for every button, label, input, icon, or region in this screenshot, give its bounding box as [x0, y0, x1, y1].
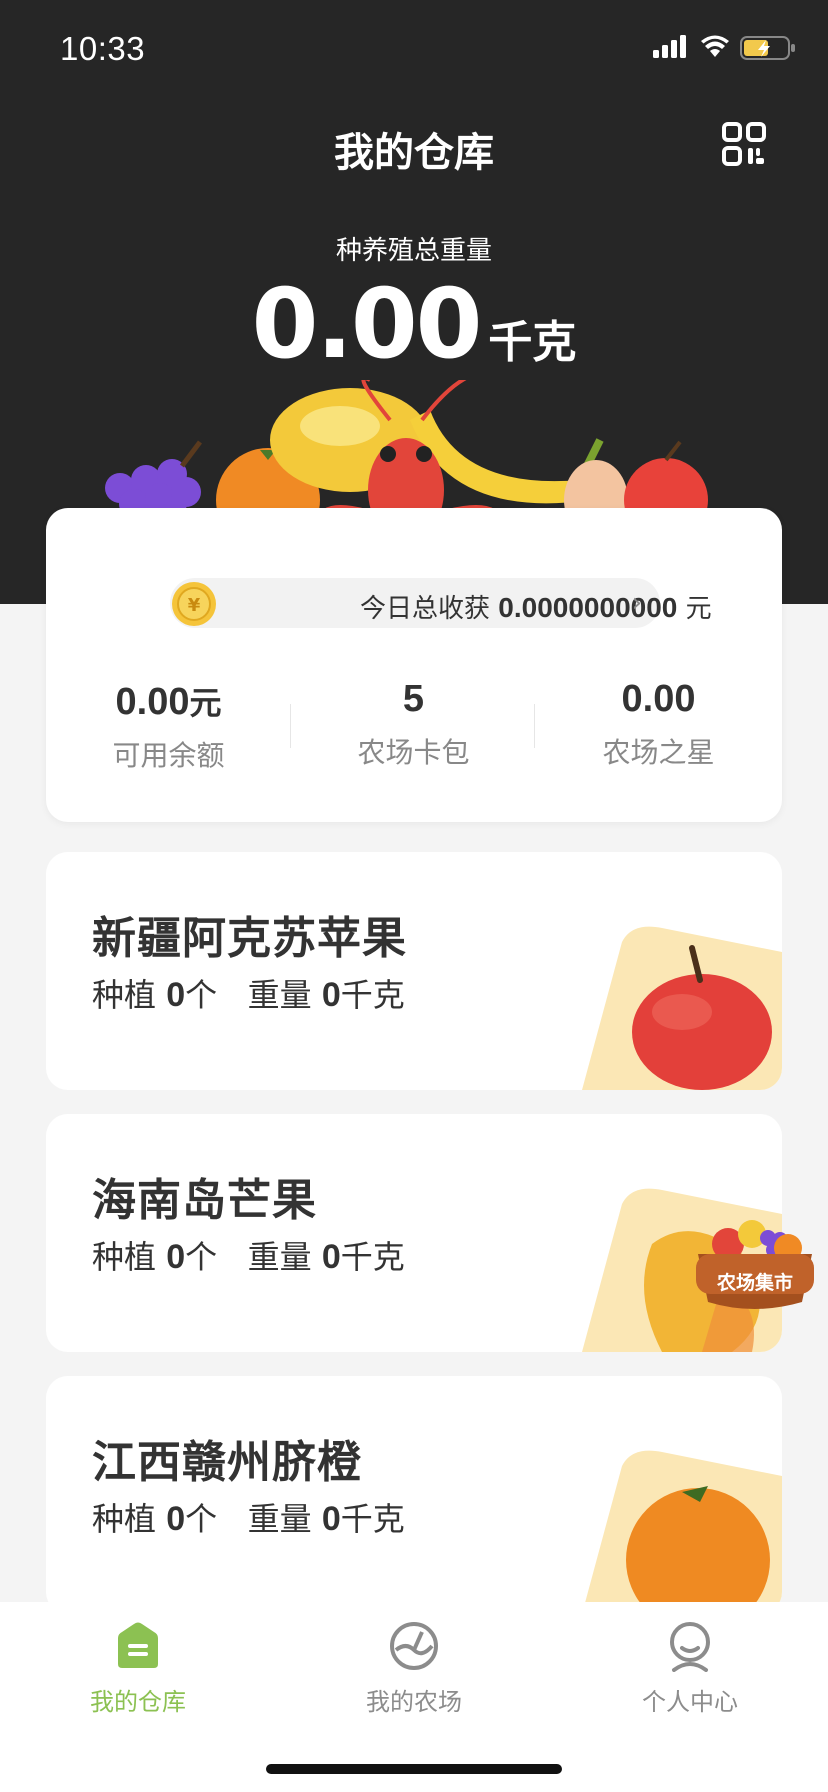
tab-farm[interactable]: 我的农场: [276, 1620, 552, 1717]
warehouse-icon: [118, 1622, 158, 1668]
status-time: 10:33: [60, 30, 146, 67]
stat-farm-star[interactable]: 0.00 农场之星: [536, 678, 781, 771]
signal-icon: [653, 35, 686, 58]
product-card-orange[interactable]: 江西赣州脐橙 种植 0个 重量 0千克: [46, 1376, 782, 1614]
svg-text:¥: ¥: [188, 595, 201, 616]
status-bar: 10:33: [0, 0, 828, 100]
orange-icon: [582, 1450, 782, 1614]
tab-label: 个人中心: [642, 1688, 738, 1716]
summary-card: 今日总收获 0.0000000000 元 › 0.00元 可用余额 5 农场卡包…: [46, 508, 782, 822]
tab-profile[interactable]: 个人中心: [552, 1620, 828, 1717]
tab-warehouse[interactable]: 我的仓库: [0, 1620, 276, 1717]
total-weight-label: 种养殖总重量: [335, 236, 492, 266]
total-weight: 0.00 千克: [0, 268, 828, 380]
today-harvest-button[interactable]: 今日总收获 0.0000000000 元 ›: [170, 578, 712, 628]
basket-icon: [696, 1220, 814, 1309]
chevron-right-icon: ›: [631, 588, 642, 618]
product-info: 种植 0个 重量 0千克: [92, 1500, 405, 1538]
apple-icon: [582, 926, 782, 1090]
tab-label: 我的仓库: [90, 1688, 186, 1716]
user-icon: [670, 1622, 710, 1672]
product-info: 种植 0个 重量 0千克: [92, 1238, 405, 1276]
page-title: 我的仓库: [334, 130, 494, 176]
total-weight-value: 0.00: [251, 268, 483, 380]
stat-label: 农场卡包: [357, 736, 470, 769]
stat-label: 农场之星: [602, 736, 715, 769]
stat-value: 5: [402, 678, 425, 720]
product-name: 新疆阿克苏苹果: [92, 913, 407, 964]
coin-icon: ¥: [172, 582, 216, 626]
farm-market-label: 农场集市: [716, 1272, 793, 1294]
stat-balance[interactable]: 0.00元 可用余额: [46, 678, 291, 774]
stat-label: 可用余额: [112, 739, 225, 772]
home-indicator: [266, 1764, 562, 1774]
qr-code-icon[interactable]: [722, 122, 766, 166]
tab-label: 我的农场: [366, 1688, 462, 1716]
product-info: 种植 0个 重量 0千克: [92, 976, 405, 1014]
product-card-mango[interactable]: 海南岛芒果 种植 0个 重量 0千克: [46, 1114, 782, 1352]
stat-value: 0.00元: [115, 681, 222, 723]
divider: [534, 704, 535, 748]
product-card-apple[interactable]: 新疆阿克苏苹果 种植 0个 重量 0千克: [46, 852, 782, 1090]
farm-market-button[interactable]: 农场集市: [694, 1204, 816, 1314]
wifi-icon: [701, 35, 729, 57]
stat-card-wallet[interactable]: 5 农场卡包: [291, 678, 536, 771]
battery-icon: [740, 36, 795, 60]
total-weight-unit: 千克: [488, 317, 577, 368]
farm-icon: [390, 1622, 438, 1670]
today-harvest-text: 今日总收获 0.0000000000 元: [360, 592, 712, 624]
product-name: 海南岛芒果: [92, 1175, 317, 1226]
stat-value: 0.00: [621, 678, 696, 720]
today-harvest-amount: 0.0000000000: [498, 592, 678, 623]
product-name: 江西赣州脐橙: [92, 1437, 362, 1488]
